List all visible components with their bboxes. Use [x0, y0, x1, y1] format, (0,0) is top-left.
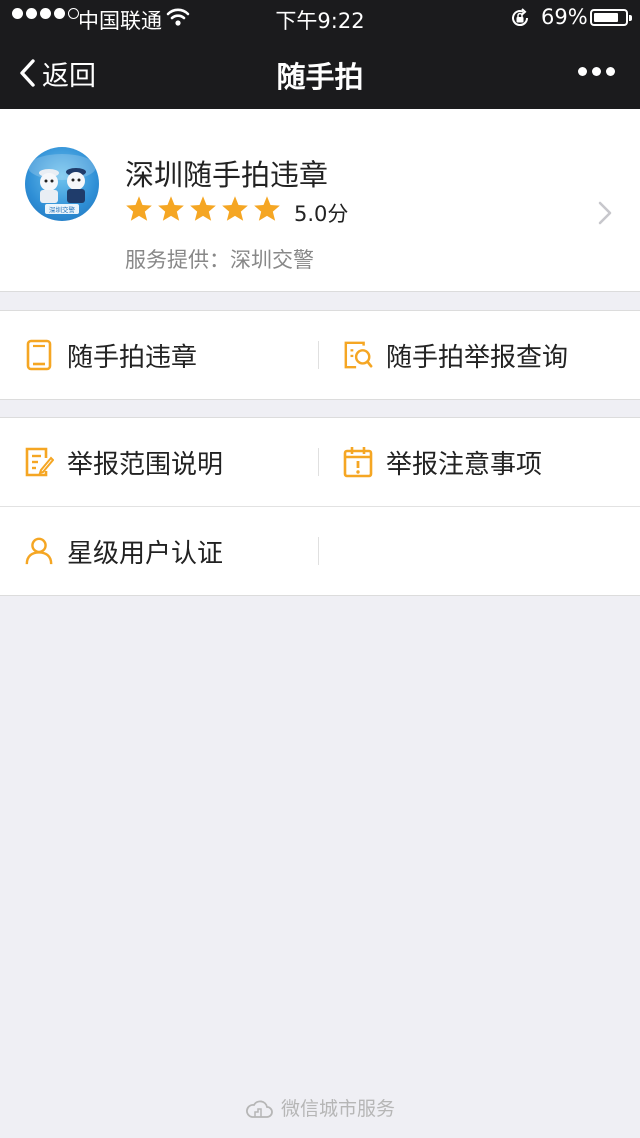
battery-icon [590, 9, 632, 26]
cloud-city-icon [246, 1100, 273, 1118]
menu-item-star-user-verification[interactable]: 星级用户认证 [0, 507, 320, 595]
rating-score: 5.0分 [294, 202, 349, 226]
menu-item-label: 举报注意事项 [386, 449, 543, 480]
footer: 微信城市服务 [0, 1094, 640, 1121]
rating-stars [125, 195, 285, 222]
chevron-right-icon [598, 201, 612, 225]
menu-group-2: 举报范围说明 举报注意事项 星级用户认证 [0, 417, 640, 596]
menu-item-label: 星级用户认证 [67, 538, 224, 569]
star-icon [190, 196, 216, 221]
more-icon [578, 67, 587, 76]
menu-item-report-notes[interactable]: 举报注意事项 [320, 418, 640, 506]
user-icon [24, 535, 54, 567]
menu-item-report-scope[interactable]: 举报范围说明 [0, 418, 320, 506]
menu-row: 星级用户认证 [0, 506, 640, 595]
menu-item-label: 随手拍举报查询 [386, 342, 569, 373]
calendar-alert-icon [343, 446, 373, 478]
more-options-button[interactable] [578, 67, 620, 76]
menu-item-photo-report[interactable]: 随手拍违章 [0, 311, 320, 399]
divider [318, 341, 319, 369]
menu-item-label: 举报范围说明 [67, 449, 224, 480]
menu-item-label: 随手拍违章 [67, 342, 198, 373]
app-name: 深圳随手拍违章 [125, 158, 329, 192]
battery-percent: 69% [541, 5, 588, 29]
divider [318, 448, 319, 476]
star-icon [254, 196, 280, 221]
edit-document-icon [24, 446, 54, 478]
service-provider: 服务提供：深圳交警 [125, 248, 314, 272]
star-icon [126, 196, 152, 221]
document-search-icon [343, 339, 373, 371]
status-bar: 中国联通 下午9:22 69% [0, 0, 640, 36]
star-icon [158, 196, 184, 221]
star-icon [222, 196, 248, 221]
phone-icon [24, 339, 54, 371]
top-bar: 中国联通 下午9:22 69% 返回 随手拍 [0, 0, 640, 109]
rotation-lock-icon [509, 7, 531, 34]
menu-group-1: 随手拍违章 随手拍举报查询 [0, 310, 640, 400]
divider [318, 537, 319, 565]
page-title: 随手拍 [276, 60, 364, 94]
avatar-text: 深圳交警 [49, 205, 76, 214]
menu-row: 举报范围说明 举报注意事项 [0, 418, 640, 506]
menu-item-report-query[interactable]: 随手拍举报查询 [320, 311, 640, 399]
footer-text: 微信城市服务 [280, 1098, 395, 1120]
service-info-card[interactable]: 深圳交警 深圳随手拍违章 5.0分 服务提供：深圳交警 [0, 109, 640, 292]
app-avatar: 深圳交警 [25, 147, 99, 221]
menu-row: 随手拍违章 随手拍举报查询 [0, 311, 640, 399]
